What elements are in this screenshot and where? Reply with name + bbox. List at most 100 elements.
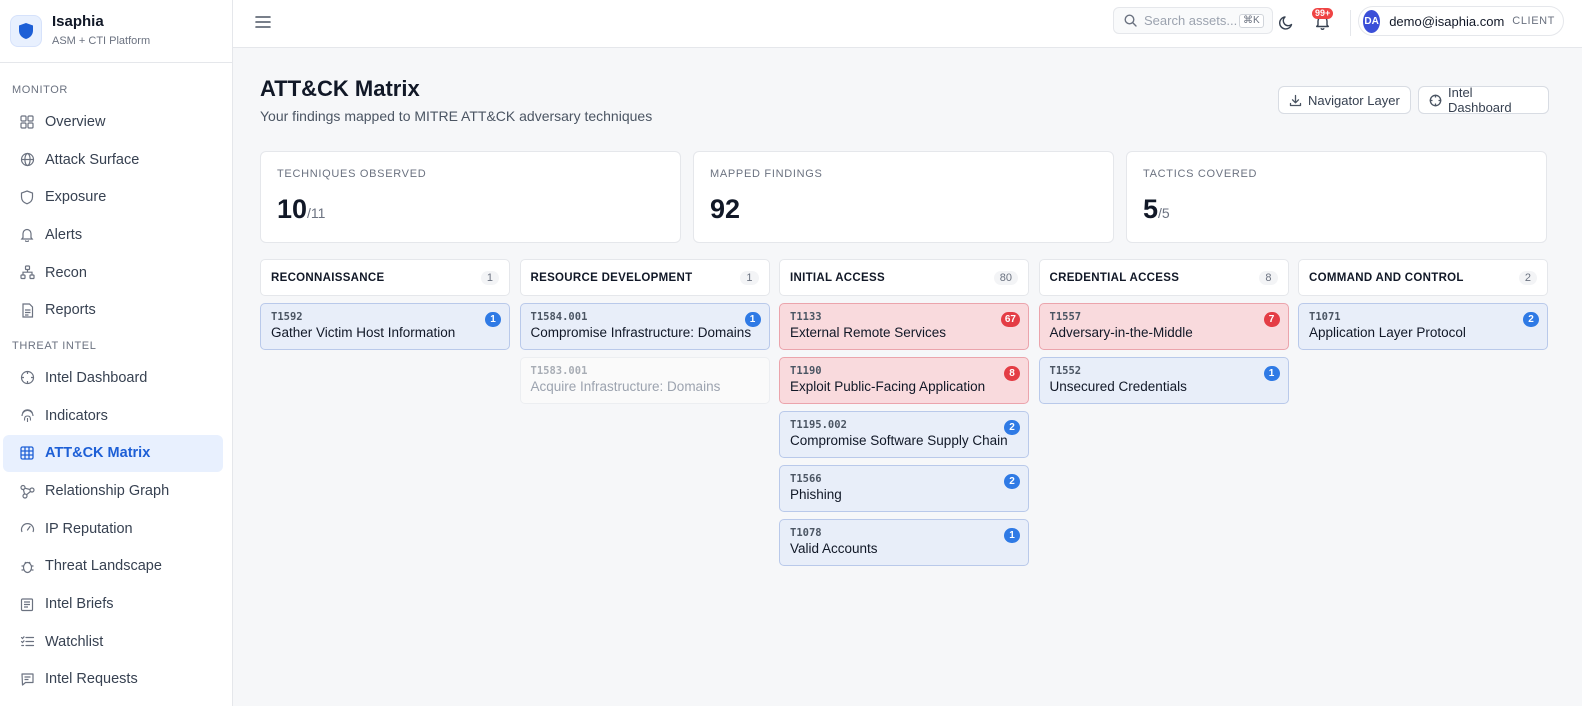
stat-card-tactics: TACTICS COVERED 5/5: [1126, 151, 1547, 243]
user-menu[interactable]: DA demo@isaphia.com CLIENT: [1358, 6, 1564, 36]
table-grid-icon: [19, 445, 35, 461]
tactic-count-badge: 8: [1259, 270, 1278, 285]
app-root: Isaphia ASM + CTI Platform MONITOR Overv…: [0, 0, 1582, 706]
technique-card[interactable]: T1552 Unsecured Credentials 1: [1038, 357, 1289, 404]
sidebar-item-alerts[interactable]: Alerts: [3, 216, 223, 254]
stat-value: 5/5: [1143, 194, 1170, 224]
message-icon: [19, 671, 35, 687]
sidebar-item-watchlist[interactable]: Watchlist: [3, 623, 223, 661]
tactic-column-initial-access: INITIAL ACCESS 80 T1133 External Remote Ser…: [779, 259, 1029, 566]
tactic-count-badge: 1: [740, 270, 759, 285]
sidebar-item-attck-matrix[interactable]: ATT&CK Matrix: [3, 434, 223, 473]
technique-card[interactable]: T1592 Gather Victim Host Information 1: [260, 303, 510, 350]
network-icon: [19, 265, 35, 281]
brand-name: Isaphia: [52, 13, 104, 30]
tactic-count-badge: 2: [1518, 270, 1537, 285]
document-icon: [19, 302, 35, 318]
sidebar-item-threat-landscape[interactable]: Threat Landscape: [3, 548, 223, 586]
search-box[interactable]: ⌘K: [1113, 7, 1273, 34]
technique-name: Unsecured Credentials: [1049, 379, 1187, 394]
section-label-monitor: MONITOR: [12, 84, 68, 96]
tactic-column-command-and-control: COMMAND AND CONTROL 2 T1071 Application Lay…: [1298, 259, 1548, 350]
sidebar-item-label: Reports: [45, 302, 96, 319]
intel-dashboard-button[interactable]: Intel Dashboard: [1418, 85, 1549, 115]
sidebar-item-indicators[interactable]: Indicators: [3, 397, 223, 435]
sidebar-item-intel-briefs[interactable]: Intel Briefs: [3, 585, 223, 623]
technique-card[interactable]: T1557 Adversary-in-the-Middle 7: [1038, 303, 1289, 350]
bell-icon: [19, 227, 35, 243]
tactic-count-badge: 80: [993, 270, 1018, 285]
user-email: demo@isaphia.com: [1389, 13, 1505, 29]
technique-name: Phishing: [790, 487, 842, 502]
sidebar-item-label: Recon: [45, 264, 87, 281]
tactic-header: CREDENTIAL ACCESS 8: [1038, 259, 1289, 296]
sidebar-item-label: Threat Landscape: [45, 558, 162, 575]
bug-icon: [19, 558, 35, 574]
dark-mode-toggle-icon[interactable]: [1275, 11, 1297, 33]
stat-card-techniques: TECHNIQUES OBSERVED 10/11: [260, 151, 681, 243]
tactic-header: RECONNAISSANCE 1: [260, 259, 510, 296]
technique-card[interactable]: T1071 Application Layer Protocol 2: [1298, 303, 1548, 350]
navigator-layer-button[interactable]: Navigator Layer: [1278, 86, 1411, 114]
technique-card[interactable]: T1195.002 Compromise Software Supply Chai…: [779, 411, 1029, 458]
graph-icon: [19, 483, 35, 499]
sidebar-item-exposure[interactable]: Exposure: [3, 178, 223, 216]
stat-label: TECHNIQUES OBSERVED: [277, 168, 427, 180]
technique-id: T1195.002: [790, 419, 847, 431]
sidebar-item-intel-dashboard[interactable]: Intel Dashboard: [3, 359, 223, 397]
tactic-title: RESOURCE DEVELOPMENT: [530, 271, 693, 284]
finding-count-badge: 67: [1000, 312, 1020, 327]
technique-name: Application Layer Protocol: [1309, 325, 1466, 340]
technique-id: T1584.001: [530, 311, 588, 323]
gauge-icon: [19, 521, 35, 537]
technique-card[interactable]: T1078 Valid Accounts 1: [779, 519, 1029, 566]
stat-value: 10/11: [277, 194, 326, 224]
topbar: ⌘K 99+ DA demo@isaphia.com CLIENT: [233, 0, 1582, 48]
menu-toggle-icon[interactable]: [253, 12, 273, 32]
sidebar-item-label: Exposure: [45, 189, 107, 206]
technique-id: T1078: [790, 527, 822, 539]
sidebar: Isaphia ASM + CTI Platform MONITOR Overv…: [0, 0, 233, 706]
avatar: DA: [1363, 9, 1381, 33]
technique-id: T1557: [1049, 311, 1082, 323]
search-input[interactable]: [1144, 13, 1239, 28]
sidebar-item-label: Relationship Graph: [45, 483, 170, 500]
technique-id: T1566: [790, 473, 822, 485]
sidebar-item-relationship-graph[interactable]: Relationship Graph: [3, 472, 223, 510]
tactic-title: COMMAND AND CONTROL: [1309, 271, 1464, 284]
technique-id: T1592: [271, 311, 303, 323]
sidebar-item-label: Overview: [45, 113, 106, 130]
shield-icon: [19, 189, 35, 205]
sidebar-item-label: IP Reputation: [45, 520, 133, 537]
tactic-column-credential-access: CREDENTIAL ACCESS 8 T1557 Adversary-in-the-…: [1038, 259, 1289, 404]
sidebar-item-reports[interactable]: Reports: [3, 291, 223, 329]
technique-name: Compromise Infrastructure: Domains: [530, 325, 752, 340]
sidebar-item-label: Attack Surface: [45, 151, 140, 168]
technique-name: Exploit Public-Facing Application: [790, 379, 986, 394]
intel-dashboard-label: Intel Dashboard: [1448, 85, 1512, 115]
technique-card[interactable]: T1583.001 Acquire Infrastructure: Domains: [519, 357, 770, 404]
sidebar-item-overview[interactable]: Overview: [3, 103, 223, 141]
technique-id: T1071: [1309, 311, 1341, 323]
stat-label: MAPPED FINDINGS: [710, 168, 823, 180]
sidebar-item-intel-requests[interactable]: Intel Requests: [3, 661, 223, 699]
technique-id: T1583.001: [530, 365, 588, 377]
tactic-column-reconnaissance: RECONNAISSANCE 1 T1592 Gather Victim Host I…: [260, 259, 510, 350]
crosshair-icon: [1429, 94, 1442, 107]
brand[interactable]: Isaphia ASM + CTI Platform: [0, 0, 232, 63]
fingerprint-icon: [19, 408, 35, 424]
sidebar-item-recon[interactable]: Recon: [3, 254, 223, 292]
technique-card[interactable]: T1133 External Remote Services 67: [779, 303, 1029, 350]
technique-card[interactable]: T1584.001 Compromise Infrastructure: Doma…: [519, 303, 770, 350]
technique-name: External Remote Services: [790, 325, 947, 340]
list-icon: [19, 634, 35, 650]
technique-card[interactable]: T1566 Phishing 2: [779, 465, 1029, 512]
technique-name: Acquire Infrastructure: Domains: [530, 379, 721, 394]
tactic-header: COMMAND AND CONTROL 2: [1298, 259, 1548, 296]
sidebar-item-attack-surface[interactable]: Attack Surface: [3, 141, 223, 179]
finding-count-badge: 2: [1004, 420, 1020, 435]
brand-subtitle: ASM + CTI Platform: [52, 35, 151, 47]
sidebar-item-ip-reputation[interactable]: IP Reputation: [3, 510, 223, 548]
technique-card[interactable]: T1190 Exploit Public-Facing Application 8: [779, 357, 1029, 404]
finding-count-badge: 2: [1523, 312, 1539, 327]
